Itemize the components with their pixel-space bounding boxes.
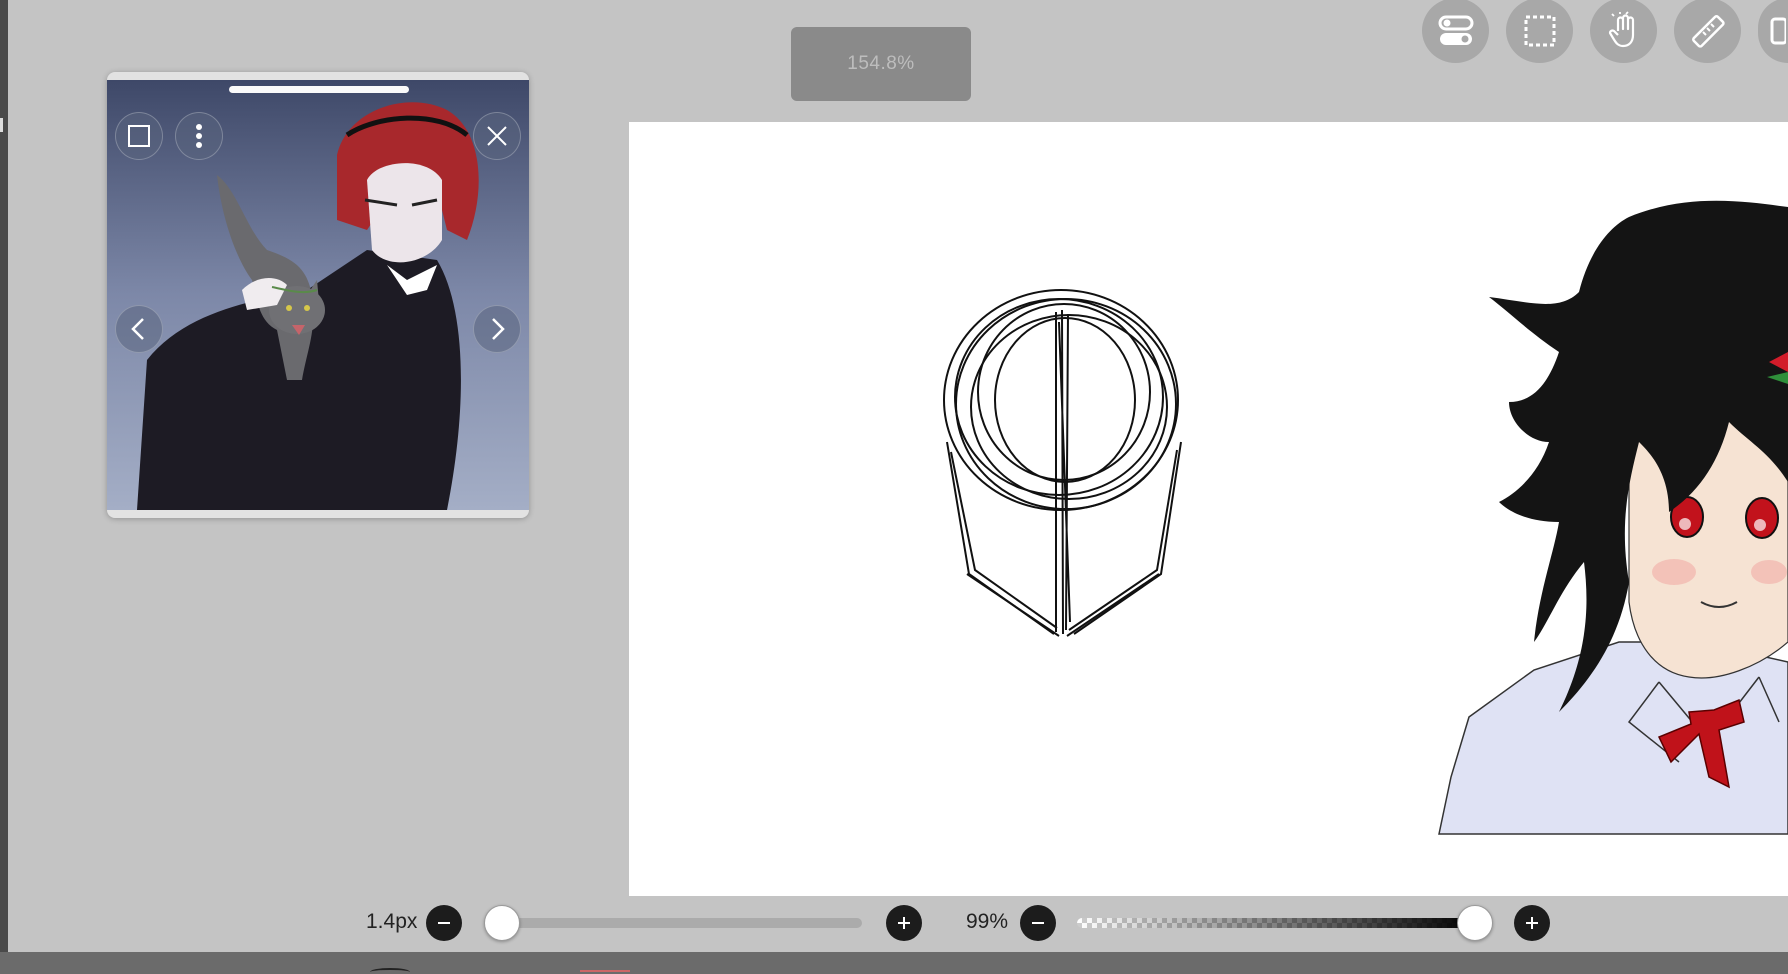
opacity-slider-thumb[interactable] — [1457, 905, 1494, 941]
opacity-decrease-button[interactable] — [1020, 905, 1056, 941]
ruler-icon — [1691, 14, 1725, 48]
plus-icon — [898, 917, 910, 929]
frame-button[interactable] — [115, 112, 163, 160]
reference-window[interactable] — [107, 72, 529, 518]
brush-size-label: 1.4px — [366, 910, 418, 933]
character-illustration — [1438, 200, 1788, 835]
bottom-menu-bar — [0, 952, 1788, 974]
plus-icon — [1526, 917, 1538, 929]
minus-icon — [438, 922, 450, 924]
opacity-increase-button[interactable] — [1514, 905, 1550, 941]
hand-icon — [1608, 10, 1634, 47]
frame-icon — [128, 125, 150, 147]
chevron-left-icon — [131, 318, 144, 340]
brush-size-slider[interactable] — [486, 918, 862, 928]
more-options-button[interactable] — [175, 112, 223, 160]
top-toolbar — [1422, 0, 1788, 66]
zoom-indicator: 154.8% — [791, 27, 971, 101]
next-image-button[interactable] — [473, 305, 521, 353]
opacity-label: 99% — [966, 910, 1009, 933]
layers-icon — [1770, 17, 1786, 44]
close-reference-button[interactable] — [473, 112, 521, 160]
selection-button[interactable] — [1506, 0, 1573, 63]
head-sketch — [943, 289, 1182, 637]
reference-image — [107, 80, 529, 510]
previous-image-button[interactable] — [115, 305, 163, 353]
chevron-right-icon — [492, 318, 505, 340]
close-icon — [487, 126, 507, 146]
toggle-button[interactable] — [1422, 0, 1489, 63]
edge-handle[interactable] — [0, 118, 3, 132]
left-edge-bar — [0, 0, 8, 974]
hand-button[interactable] — [1590, 0, 1657, 63]
ruler-button[interactable] — [1674, 0, 1741, 63]
brush-controls: 1.4px 99% — [0, 896, 1788, 952]
drawing-canvas[interactable] — [629, 122, 1788, 896]
selection-icon — [1524, 15, 1555, 46]
brush-size-increase-button[interactable] — [886, 905, 922, 941]
layers-button[interactable] — [1758, 0, 1788, 63]
canvas-artwork — [943, 200, 1788, 835]
opacity-slider[interactable] — [1077, 918, 1477, 928]
more-vertical-icon — [196, 124, 202, 148]
brush-size-slider-thumb[interactable] — [484, 905, 520, 941]
color-swatch[interactable] — [580, 970, 630, 974]
brush-size-decrease-button[interactable] — [426, 905, 462, 941]
toggle-icon — [1438, 15, 1473, 45]
brush-preview-icon[interactable] — [370, 968, 410, 974]
reference-drag-handle[interactable] — [229, 86, 409, 93]
minus-icon — [1032, 922, 1044, 924]
